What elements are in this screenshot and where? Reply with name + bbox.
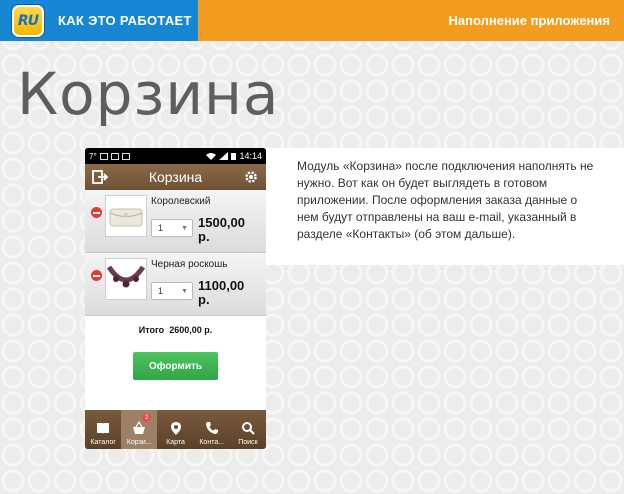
nav-label: Карта xyxy=(166,439,185,446)
nav-label: Корзи... xyxy=(126,439,152,446)
cart-total: Итого 2600,00 р. xyxy=(85,325,266,335)
item-price: 1500,00 р. xyxy=(198,215,245,244)
cart-list: Королевский 1 ▼ 1500,00 р. Черная роскош… xyxy=(85,190,266,419)
total-value: 2600,00 р. xyxy=(169,325,213,335)
status-time: 14:14 xyxy=(239,151,262,161)
item-price: 1100,00 р. xyxy=(198,278,245,307)
how-it-works-tab[interactable]: RU КАК ЭТО РАБОТАЕТ xyxy=(0,0,198,41)
exit-icon xyxy=(92,170,108,184)
nav-catalog[interactable]: Каталог xyxy=(85,410,121,449)
product-thumbnail xyxy=(105,258,147,300)
remove-item-button[interactable] xyxy=(91,207,102,218)
wifi-icon xyxy=(206,153,217,160)
clutch-bag-image xyxy=(109,208,143,227)
bag-notification-icon xyxy=(121,152,130,160)
exit-button[interactable] xyxy=(91,168,109,186)
image-notification-icon xyxy=(99,152,108,160)
nav-label: Поиск xyxy=(238,439,258,446)
item-name: Черная роскошь xyxy=(151,259,228,270)
phone-icon xyxy=(205,422,218,434)
cart-item: Черная роскошь 1 ▼ 1100,00 р. xyxy=(85,253,266,316)
product-thumbnail xyxy=(105,195,147,237)
top-bar: RU КАК ЭТО РАБОТАЕТ Наполнение приложени… xyxy=(0,0,624,41)
cart-count-badge: 2 xyxy=(142,413,152,422)
phone-screenshot: 7° 14:14 Корзина Королевский 1 ▼ 1500,00… xyxy=(85,148,266,449)
battery-icon xyxy=(231,153,237,160)
quantity-value: 1 xyxy=(158,223,164,233)
nav-map[interactable]: Карта xyxy=(157,410,193,449)
quantity-value: 1 xyxy=(158,286,164,296)
app-bar-title: Корзина xyxy=(148,169,203,185)
necklace-image xyxy=(106,265,146,288)
download-notification-icon xyxy=(110,152,119,160)
description-text: Модуль «Корзина» после подключения напол… xyxy=(297,159,594,241)
signal-icon xyxy=(219,152,229,160)
nav-contacts[interactable]: Конта... xyxy=(194,410,230,449)
nav-label: Каталог xyxy=(90,439,116,446)
settings-button[interactable] xyxy=(242,168,260,186)
app-bar: Корзина xyxy=(85,164,266,190)
page-title: Корзина xyxy=(17,60,280,128)
quantity-select[interactable]: 1 ▼ xyxy=(151,219,193,237)
how-it-works-label: КАК ЭТО РАБОТАЕТ xyxy=(58,13,192,28)
chevron-down-icon: ▼ xyxy=(181,225,188,232)
section-tab[interactable]: Наполнение приложения xyxy=(198,0,624,41)
app-logo: RU xyxy=(12,4,44,37)
section-label: Наполнение приложения xyxy=(448,13,610,28)
nav-cart[interactable]: 2 Корзи... xyxy=(121,410,158,449)
chevron-down-icon: ▼ xyxy=(181,288,188,295)
total-label: Итого xyxy=(138,325,165,335)
checkout-button[interactable]: Оформить xyxy=(133,352,218,380)
bottom-navigation: Каталог 2 Корзи... Карта Конта... Поиск xyxy=(85,410,266,449)
nav-search[interactable]: Поиск xyxy=(230,410,266,449)
item-name: Королевский xyxy=(151,196,211,207)
map-pin-icon xyxy=(170,422,181,435)
quantity-select[interactable]: 1 ▼ xyxy=(151,282,193,300)
status-temp: 7° xyxy=(89,151,97,161)
search-icon xyxy=(241,422,255,435)
book-icon xyxy=(97,423,110,434)
remove-item-button[interactable] xyxy=(91,270,102,281)
status-bar: 7° 14:14 xyxy=(85,148,266,164)
cart-item: Королевский 1 ▼ 1500,00 р. xyxy=(85,190,266,253)
nav-label: Конта... xyxy=(199,439,225,446)
gear-icon xyxy=(245,171,257,183)
basket-icon xyxy=(133,421,146,434)
